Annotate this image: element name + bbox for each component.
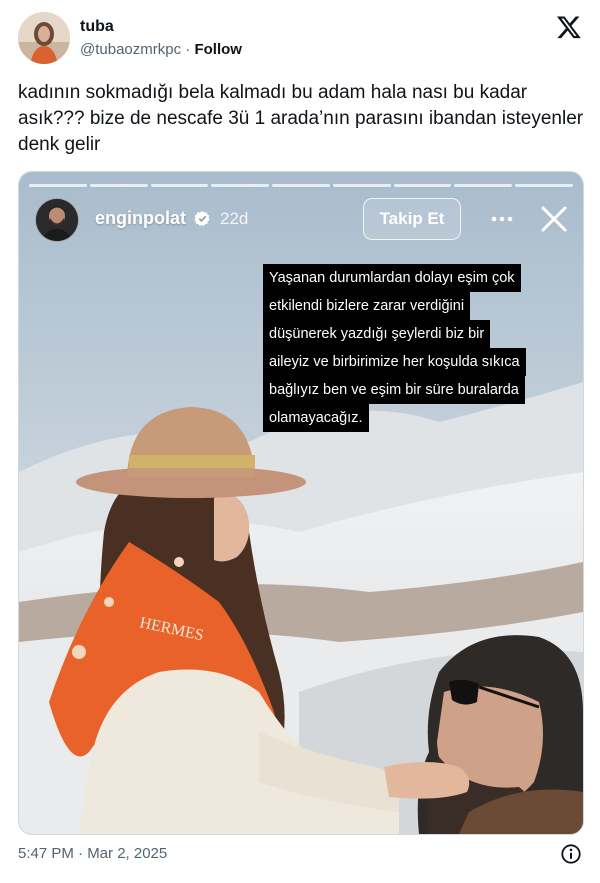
caption-line: düşünerek yazdığı şeylerdi biz bir bbox=[263, 320, 491, 348]
x-logo-icon[interactable] bbox=[556, 14, 582, 40]
story-header: enginpolat 22d Takip Et bbox=[19, 172, 583, 252]
story-caption: Yaşanan durumlardan dolayı eşim çok etki… bbox=[263, 264, 555, 432]
more-horizontal-icon[interactable] bbox=[487, 204, 517, 234]
story-avatar[interactable] bbox=[35, 198, 79, 242]
story-time: 22d bbox=[220, 209, 249, 228]
caption-line: aileyiz ve birbirimize her koşulda sıkıc… bbox=[263, 348, 526, 376]
author-handle[interactable]: @tubaozmrkpc bbox=[80, 41, 181, 58]
tweet-media[interactable]: HERMES enginpolat 22d Takip Et Yaşanan d… bbox=[18, 171, 584, 835]
info-icon[interactable] bbox=[560, 843, 582, 865]
story-username[interactable]: enginpolat bbox=[95, 208, 186, 229]
caption-line: bağlıyız ben ve eşim bir süre buralarda bbox=[263, 376, 525, 404]
author-handle-line: @tubaozmrkpc · Follow bbox=[80, 41, 242, 58]
tweet-footer: 5:47 PM · Mar 2, 2025 bbox=[18, 843, 582, 867]
caption-line: Yaşanan durumlardan dolayı eşim çok bbox=[263, 264, 521, 292]
story-progress-bar bbox=[29, 184, 574, 187]
tweet-header: tuba @tubaozmrkpc · Follow bbox=[18, 12, 582, 68]
caption-line: etkilendi bizlere zarar verdiğini bbox=[263, 292, 471, 320]
verified-badge-icon bbox=[194, 210, 211, 227]
caption-line: olamayacağız. bbox=[263, 404, 369, 432]
close-icon[interactable] bbox=[539, 204, 569, 234]
author-name[interactable]: tuba bbox=[80, 18, 114, 36]
separator-dot: · bbox=[185, 41, 191, 58]
tweet-timestamp[interactable]: 5:47 PM · Mar 2, 2025 bbox=[18, 845, 167, 862]
tweet-text: kadının sokmadığı bela kalmadı bu adam h… bbox=[18, 82, 584, 155]
story-follow-button[interactable]: Takip Et bbox=[363, 198, 461, 240]
author-avatar[interactable] bbox=[18, 12, 70, 64]
follow-link[interactable]: Follow bbox=[194, 41, 242, 58]
